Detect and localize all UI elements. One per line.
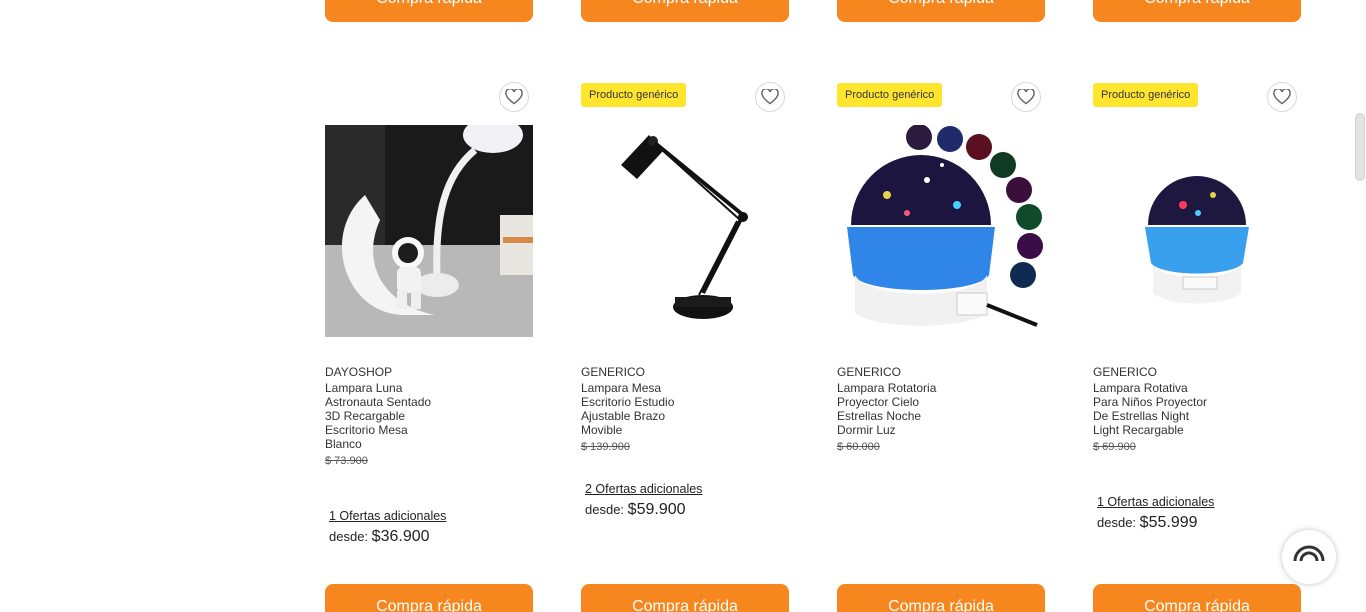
- current-price: $55.999: [1139, 514, 1198, 531]
- product-title[interactable]: Lampara Luna Astronauta Sentado 3D Recar…: [325, 381, 440, 468]
- product-title[interactable]: Lampara Rotativa Para Niños Proyector De…: [1093, 381, 1208, 454]
- old-price: $ 73.900: [325, 455, 368, 467]
- current-price: $59.900: [627, 501, 686, 518]
- quick-buy-button[interactable]: Compra rápida: [581, 584, 789, 612]
- product-card[interactable]: Producto genérico GENERICO Lampara Rotat…: [837, 82, 1045, 562]
- product-brand: GENERICO: [1093, 365, 1158, 379]
- price-from-label: desde:: [329, 529, 369, 544]
- product-card[interactable]: Producto genérico GENERICO Lampara Rotat…: [1093, 82, 1301, 562]
- product-image[interactable]: [837, 124, 1045, 337]
- product-row-buttons: Compra rápida Compra rápida Compra rápid…: [325, 584, 1301, 612]
- product-card[interactable]: Producto genérico GENERICO Lampara Mesa …: [581, 82, 789, 562]
- current-price: $36.900: [371, 528, 430, 545]
- product-title-text[interactable]: Lampara Rotativa Para Niños Proyector De…: [1093, 381, 1207, 437]
- favorite-heart-icon[interactable]: [755, 82, 785, 112]
- price-from-label: desde:: [585, 502, 625, 517]
- quick-buy-button[interactable]: Compra rápida: [837, 584, 1045, 612]
- price-from: desde: $55.999: [1097, 514, 1198, 532]
- favorite-heart-icon[interactable]: [1011, 82, 1041, 112]
- product-card[interactable]: DAYOSHOP Lampara Luna Astronauta Sentado…: [325, 82, 533, 562]
- product-title[interactable]: Lampara Rotatoria Proyector Cielo Estrel…: [837, 381, 952, 454]
- product-image[interactable]: [581, 125, 789, 337]
- product-brand: DAYOSHOP: [325, 365, 393, 379]
- product-title-text[interactable]: Lampara Rotatoria Proyector Cielo Estrel…: [837, 381, 936, 437]
- generic-product-badge: Producto genérico: [1093, 83, 1199, 107]
- product-image[interactable]: [1093, 125, 1301, 337]
- generic-product-badge: Producto genérico: [837, 83, 943, 107]
- help-chat-button[interactable]: [1282, 530, 1336, 584]
- quick-buy-button[interactable]: Compra rápida: [325, 584, 533, 612]
- headset-icon: [1293, 545, 1325, 562]
- product-image[interactable]: [325, 117, 533, 337]
- additional-offers-link[interactable]: 1 Ofertas adicionales: [329, 509, 446, 523]
- favorite-heart-icon[interactable]: [499, 82, 529, 112]
- quick-buy-button[interactable]: Compra rápida: [325, 0, 533, 22]
- product-title-text[interactable]: Lampara Mesa Escritorio Estudio Ajustabl…: [581, 381, 674, 437]
- scrollbar-thumb[interactable]: [1355, 113, 1365, 181]
- product-title-text[interactable]: Lampara Luna Astronauta Sentado 3D Recar…: [325, 381, 431, 451]
- previous-row-buttons: Compra rápida Compra rápida Compra rápid…: [325, 0, 1301, 22]
- quick-buy-button[interactable]: Compra rápida: [1093, 584, 1301, 612]
- old-price: $ 69.900: [1093, 441, 1136, 453]
- additional-offers-link[interactable]: 2 Ofertas adicionales: [585, 482, 702, 496]
- generic-product-badge: Producto genérico: [581, 83, 687, 107]
- price-from-label: desde:: [1097, 515, 1137, 530]
- price-from: desde: $36.900: [329, 528, 430, 546]
- additional-offers-link[interactable]: 1 Ofertas adicionales: [1097, 495, 1214, 509]
- product-title[interactable]: Lampara Mesa Escritorio Estudio Ajustabl…: [581, 381, 696, 454]
- product-brand: GENERICO: [581, 365, 646, 379]
- price-from: desde: $59.900: [585, 501, 686, 519]
- old-price: $ 60.000: [837, 441, 880, 453]
- old-price: $ 139.900: [581, 441, 630, 453]
- quick-buy-button[interactable]: Compra rápida: [1093, 0, 1301, 22]
- favorite-heart-icon[interactable]: [1267, 82, 1297, 112]
- product-brand: GENERICO: [837, 365, 902, 379]
- quick-buy-button[interactable]: Compra rápida: [581, 0, 789, 22]
- quick-buy-button[interactable]: Compra rápida: [837, 0, 1045, 22]
- product-grid: DAYOSHOP Lampara Luna Astronauta Sentado…: [325, 82, 1301, 562]
